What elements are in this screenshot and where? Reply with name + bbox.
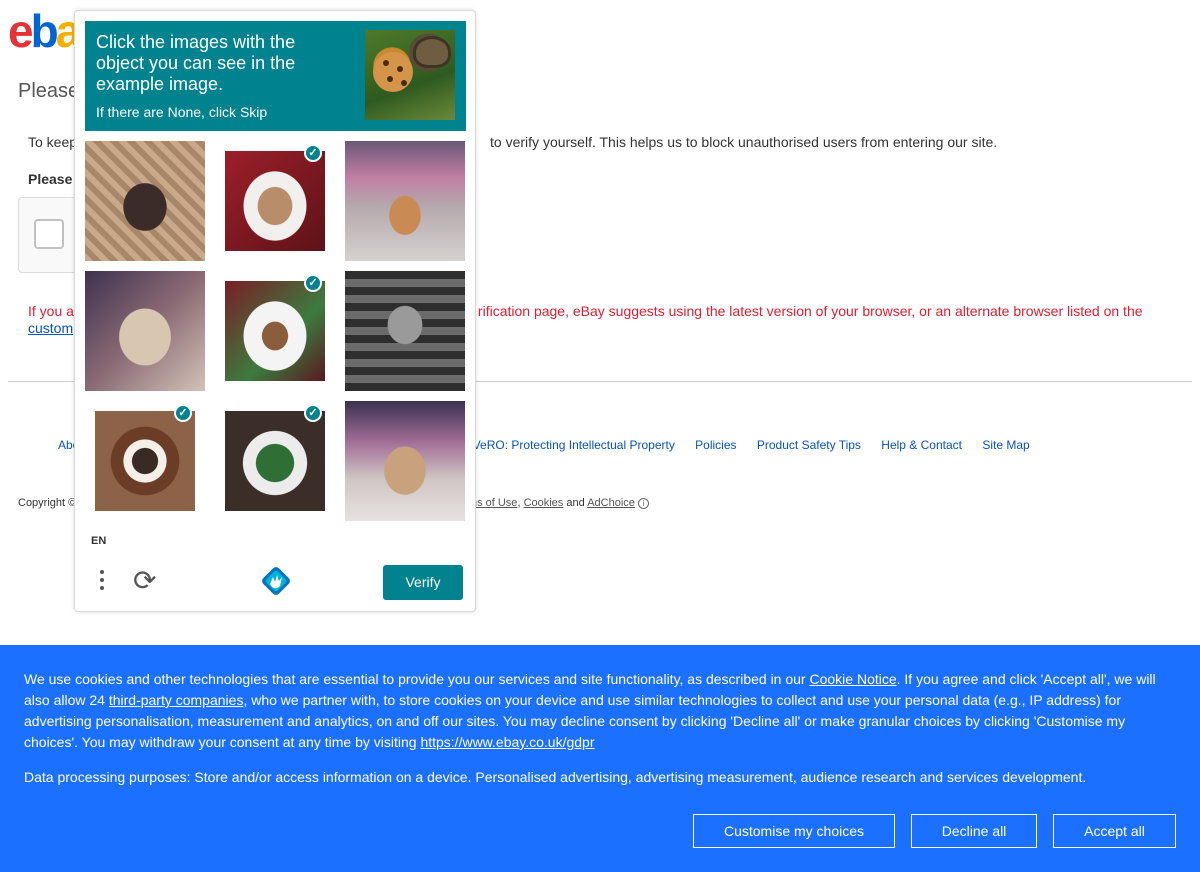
captcha-checkbox[interactable] bbox=[34, 219, 64, 249]
tile-image bbox=[95, 411, 195, 511]
captcha-title: Click the images with the object you can… bbox=[96, 32, 296, 94]
cookie-text-part-1: We use cookies and other technologies th… bbox=[24, 671, 806, 687]
copyright-start: Copyright © bbox=[18, 497, 77, 509]
info-icon: i bbox=[637, 498, 649, 509]
captcha-tile-9[interactable] bbox=[345, 401, 465, 521]
decline-all-button[interactable]: Decline all bbox=[911, 814, 1037, 848]
cookie-chip bbox=[387, 76, 393, 82]
footer-link-policies[interactable]: Policies bbox=[695, 438, 736, 452]
third-party-companies-link[interactable]: third-party companies bbox=[109, 692, 244, 708]
captcha-challenge: Click the images with the object you can… bbox=[74, 10, 476, 612]
page-title: Please bbox=[18, 80, 80, 102]
tile-image bbox=[225, 151, 325, 251]
cookie-consent-banner: We use cookies and other technologies th… bbox=[0, 645, 1200, 872]
captcha-tile-1[interactable] bbox=[85, 141, 205, 261]
more-vertical-icon[interactable] bbox=[95, 567, 109, 597]
tile-image bbox=[345, 401, 465, 521]
copyright-separator: , bbox=[517, 497, 521, 509]
captcha-tile-8[interactable]: ✓ bbox=[215, 401, 335, 521]
refresh-icon[interactable]: ⟳ bbox=[133, 567, 156, 595]
tile-image bbox=[85, 141, 205, 261]
hcaptcha-logo-icon[interactable] bbox=[259, 564, 293, 598]
warning-end: rification page, eBay suggests using the… bbox=[477, 303, 1143, 319]
captcha-tile-7[interactable]: ✓ bbox=[85, 401, 205, 521]
intro-end: to verify yourself. This helps us to blo… bbox=[490, 134, 998, 150]
footer-link-vero[interactable]: VeRO: Protecting Intellectual Property bbox=[473, 438, 675, 452]
please-label: Please bbox=[28, 171, 73, 187]
tile-image bbox=[225, 411, 325, 511]
example-cookie bbox=[373, 52, 413, 92]
verify-button[interactable]: Verify bbox=[383, 565, 463, 600]
footer-link-product-safety[interactable]: Product Safety Tips bbox=[757, 438, 861, 452]
logo-letter-b: b bbox=[30, 5, 59, 57]
captcha-subtitle: If there are None, click Skip bbox=[96, 104, 268, 120]
gdpr-link[interactable]: https://www.ebay.co.uk/gdpr bbox=[420, 734, 594, 750]
captcha-tile-5[interactable]: ✓ bbox=[215, 271, 335, 391]
captcha-tile-4[interactable] bbox=[85, 271, 205, 391]
customise-choices-button[interactable]: Customise my choices bbox=[693, 814, 895, 848]
cookie-chip bbox=[401, 80, 407, 86]
language-selector[interactable]: EN bbox=[91, 535, 106, 547]
tile-image bbox=[225, 281, 325, 381]
tile-image bbox=[345, 271, 465, 391]
captcha-header: Click the images with the object you can… bbox=[85, 21, 466, 131]
customer-service-link[interactable]: custom bbox=[28, 320, 73, 336]
footer-link-help-contact[interactable]: Help & Contact bbox=[881, 438, 962, 452]
footer-link-site-map[interactable]: Site Map bbox=[982, 438, 1029, 452]
captcha-tile-3[interactable] bbox=[345, 141, 465, 261]
tile-image bbox=[85, 271, 205, 391]
cookies-link[interactable]: Cookies bbox=[524, 497, 564, 509]
selected-check-icon: ✓ bbox=[174, 404, 192, 422]
tile-image bbox=[345, 141, 465, 261]
data-processing-purposes: Data processing purposes: Store and/or a… bbox=[24, 769, 1087, 785]
captcha-tile-2[interactable]: ✓ bbox=[215, 141, 335, 261]
accept-all-button[interactable]: Accept all bbox=[1053, 814, 1176, 848]
selected-check-icon: ✓ bbox=[304, 274, 322, 292]
cookie-notice-link[interactable]: Cookie Notice bbox=[809, 671, 896, 687]
intro-start: To keep bbox=[28, 134, 78, 150]
cookie-banner-text: We use cookies and other technologies th… bbox=[24, 669, 1174, 753]
cookie-chip bbox=[397, 66, 403, 72]
captcha-tile-6[interactable] bbox=[345, 271, 465, 391]
logo-letter-e: e bbox=[8, 5, 34, 57]
selected-check-icon: ✓ bbox=[304, 144, 322, 162]
cookie-chip bbox=[383, 60, 389, 66]
adchoice-link[interactable]: AdChoice bbox=[587, 497, 635, 509]
example-turtle bbox=[413, 36, 451, 68]
selected-check-icon: ✓ bbox=[304, 404, 322, 422]
example-image bbox=[365, 30, 455, 120]
copyright-and: and bbox=[566, 497, 585, 509]
warning-start: If you a bbox=[28, 303, 74, 319]
